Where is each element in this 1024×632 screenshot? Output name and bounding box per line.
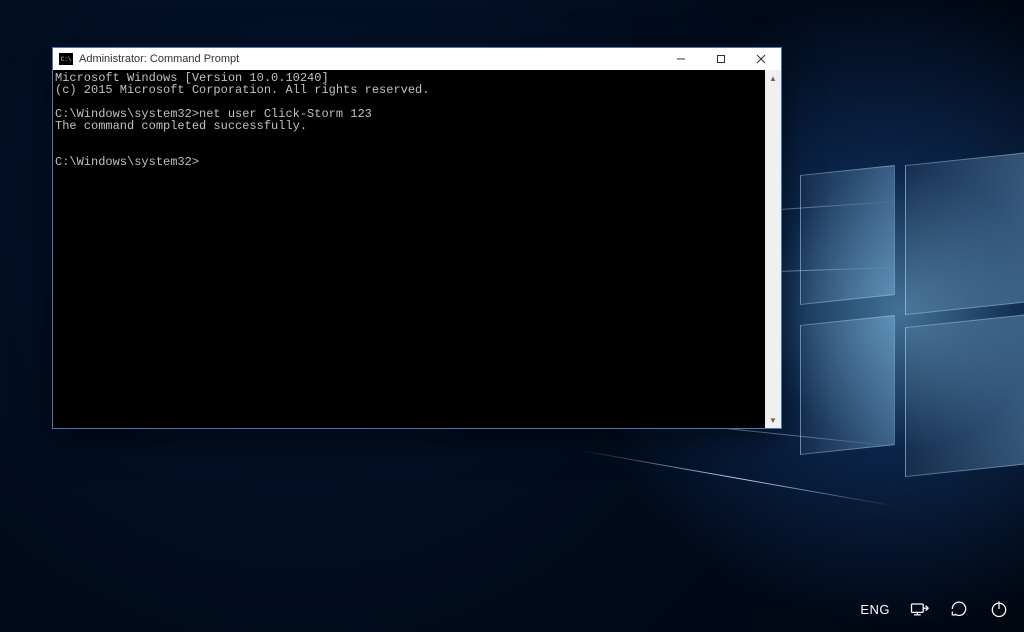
system-tray: ENG [860,598,1010,620]
terminal-output[interactable]: Microsoft Windows [Version 10.0.10240](c… [53,70,765,428]
scroll-up-arrow-icon[interactable]: ▲ [765,70,781,86]
vertical-scrollbar[interactable]: ▲ ▼ [765,70,781,428]
window-client-area: Microsoft Windows [Version 10.0.10240](c… [53,70,781,428]
maximize-button[interactable] [701,48,741,70]
network-connect-icon[interactable] [948,598,970,620]
window-title: Administrator: Command Prompt [79,53,239,65]
terminal-line [55,132,763,144]
cmd-icon [59,53,73,65]
terminal-line: (c) 2015 Microsoft Corporation. All righ… [55,84,763,96]
scroll-down-arrow-icon[interactable]: ▼ [765,412,781,428]
terminal-line: The command completed successfully. [55,120,763,132]
desktop: Administrator: Command Prompt Microsoft … [0,0,1024,632]
minimize-button[interactable] [661,48,701,70]
scrollbar-track[interactable] [765,86,781,412]
terminal-line: C:\Windows\system32> [55,156,763,168]
language-indicator[interactable]: ENG [860,602,890,617]
ease-of-access-icon[interactable] [908,598,930,620]
windows-logo-icon [780,170,1024,470]
power-icon[interactable] [988,598,1010,620]
command-prompt-window: Administrator: Command Prompt Microsoft … [52,47,782,429]
close-button[interactable] [741,48,781,70]
titlebar[interactable]: Administrator: Command Prompt [53,48,781,70]
